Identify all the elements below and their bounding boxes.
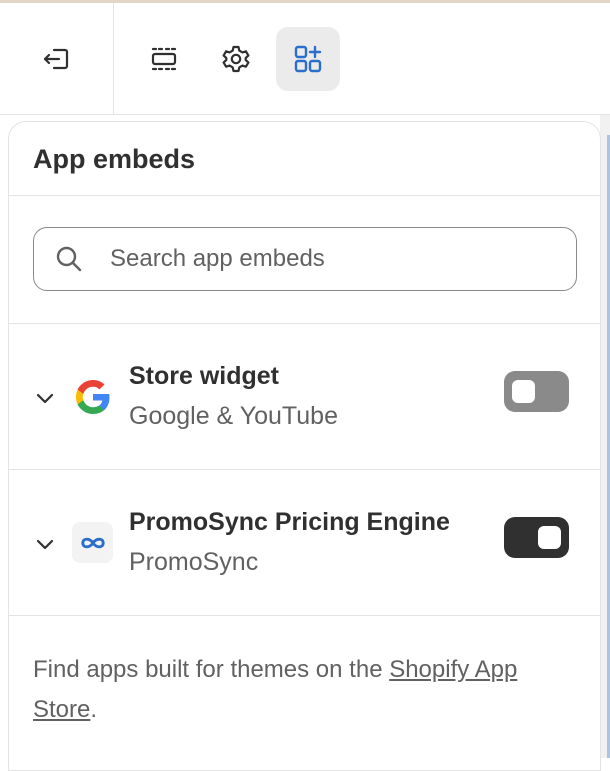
embed-provider: Google & YouTube <box>129 402 338 430</box>
gear-icon <box>222 45 250 73</box>
sections-icon <box>151 47 177 71</box>
divider <box>9 615 600 616</box>
embed-provider: PromoSync <box>129 548 259 576</box>
footer-text-end: . <box>90 696 98 723</box>
toggle-knob <box>538 526 561 549</box>
app-embed-row: PromoSync Pricing Engine PromoSync <box>9 470 600 615</box>
app-embeds-button[interactable] <box>276 27 340 91</box>
sections-button[interactable] <box>132 27 196 91</box>
app-embed-row: Store widget Google & YouTube <box>9 324 600 469</box>
embed-toggle[interactable] <box>504 371 569 412</box>
toggle-knob <box>512 380 535 403</box>
divider <box>9 195 600 196</box>
exit-button[interactable] <box>24 27 88 91</box>
editor-toolbar <box>0 3 610 115</box>
search-field[interactable] <box>33 227 577 291</box>
chevron-down-icon[interactable] <box>33 532 57 556</box>
settings-button[interactable] <box>204 27 268 91</box>
preview-edge <box>600 115 610 758</box>
footer-text: Find apps built for themes on the Shopif… <box>33 650 583 730</box>
toolbar-divider <box>113 3 114 115</box>
embed-title: Store widget <box>129 362 280 390</box>
app-embeds-panel: App embeds Store widget Google & YouTube <box>8 121 601 771</box>
chevron-down-icon[interactable] <box>33 386 57 410</box>
panel-title: App embeds <box>33 144 196 174</box>
embed-toggle[interactable] <box>504 517 569 558</box>
search-input[interactable] <box>110 245 530 273</box>
google-logo <box>72 376 113 417</box>
search-icon <box>56 246 82 272</box>
exit-icon <box>43 48 69 70</box>
apps-add-icon <box>294 45 322 73</box>
embed-title: PromoSync Pricing Engine <box>129 508 450 536</box>
infinity-icon <box>72 522 113 563</box>
footer-text-prefix: Find apps built for themes on the <box>33 656 390 683</box>
